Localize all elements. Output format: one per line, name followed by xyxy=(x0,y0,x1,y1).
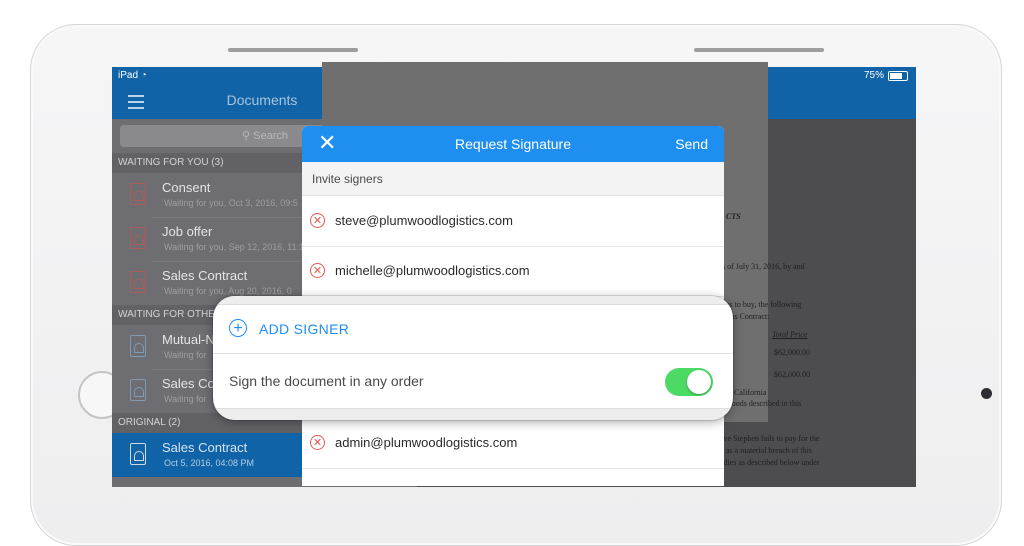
document-icon xyxy=(130,335,146,357)
toggle-knob xyxy=(687,370,711,394)
signer-email: michelle@plumwoodlogistics.com xyxy=(335,263,530,278)
document-name: Sales Co xyxy=(162,376,215,391)
document-name: Sales Contract xyxy=(162,440,248,455)
camera xyxy=(981,388,992,399)
document-name: Consent xyxy=(162,180,211,195)
battery-percent: 75% xyxy=(863,70,884,81)
modal-header: ✕ Request Signature Send xyxy=(302,126,724,162)
document-status: Waiting for xyxy=(164,350,207,360)
signer-row[interactable]: ✕ michelle@plumwoodlogistics.com xyxy=(302,246,724,297)
battery-status: 75% xyxy=(864,67,908,85)
remove-signer-icon[interactable]: ✕ xyxy=(310,435,325,450)
document-icon xyxy=(130,227,146,249)
doc-text: Goods described in this xyxy=(726,399,802,408)
sign-any-order-label: Sign the document in any order xyxy=(229,373,424,389)
sign-any-order-toggle[interactable] xyxy=(665,368,713,396)
document-icon xyxy=(130,183,146,205)
signer-row[interactable]: ✕ steve@plumwoodlogistics.com xyxy=(302,196,724,247)
card-divider xyxy=(213,296,733,305)
speaker-grille xyxy=(694,48,824,52)
doc-text: s of July 31, 2016, by and xyxy=(722,262,805,271)
document-name: Job offer xyxy=(162,224,213,239)
signer-row[interactable]: ✕ admin@plumwoodlogistics.com xyxy=(302,418,724,469)
doc-text: California xyxy=(734,388,767,397)
doc-text: $62,000.00 xyxy=(774,370,810,379)
remove-signer-icon[interactable]: ✕ xyxy=(310,263,325,278)
doc-text: $62,000.00 xyxy=(774,348,810,357)
doc-column-header: Total Price xyxy=(772,330,808,339)
battery-icon xyxy=(888,71,908,81)
documents-title: Documents xyxy=(226,92,298,108)
document-name: Sales Contract xyxy=(162,268,248,283)
doc-text: edies as described below under xyxy=(720,458,820,467)
add-icon: + xyxy=(229,319,247,337)
document-icon xyxy=(130,443,146,465)
document-status: Waiting for you, Aug 20, 2016, 0 xyxy=(164,286,292,296)
doc-heading: CTS xyxy=(726,212,741,221)
signer-email: admin@plumwoodlogistics.com xyxy=(335,435,518,450)
search-icon: ⚲ xyxy=(242,130,251,142)
add-signer-label: ADD SIGNER xyxy=(259,321,350,337)
signer-email: steve@plumwoodlogistics.com xyxy=(335,213,513,228)
document-icon xyxy=(130,379,146,401)
doc-text: ave Stephen fails to pay for the xyxy=(720,434,820,443)
doc-text: y as a material breach of this xyxy=(720,446,812,455)
speaker-grille xyxy=(228,48,358,52)
hamburger-menu-icon[interactable] xyxy=(128,95,144,109)
add-signer-button[interactable]: + ADD SIGNER xyxy=(213,305,733,354)
document-status: Waiting for you, Oct 3, 2016, 09:5 xyxy=(164,198,298,208)
remove-signer-icon[interactable]: ✕ xyxy=(310,213,325,228)
modal-title: Request Signature xyxy=(455,136,571,152)
send-button[interactable]: Send xyxy=(675,126,708,162)
card-divider xyxy=(213,408,733,420)
sign-any-order-row: Sign the document in any order xyxy=(213,354,733,408)
document-icon xyxy=(130,271,146,293)
document-status: Waiting for xyxy=(164,394,207,404)
document-status: Oct 5, 2016, 04:08 PM xyxy=(164,458,255,468)
document-status: Waiting for you, Sep 12, 2016, 11:1 xyxy=(164,242,305,252)
invite-signers-label: Invite signers xyxy=(302,162,724,196)
doc-text: es to buy, the following xyxy=(726,300,802,309)
zoomed-options-card: + ADD SIGNER Sign the document in any or… xyxy=(213,296,733,420)
document-name: Mutual-N xyxy=(162,332,215,347)
